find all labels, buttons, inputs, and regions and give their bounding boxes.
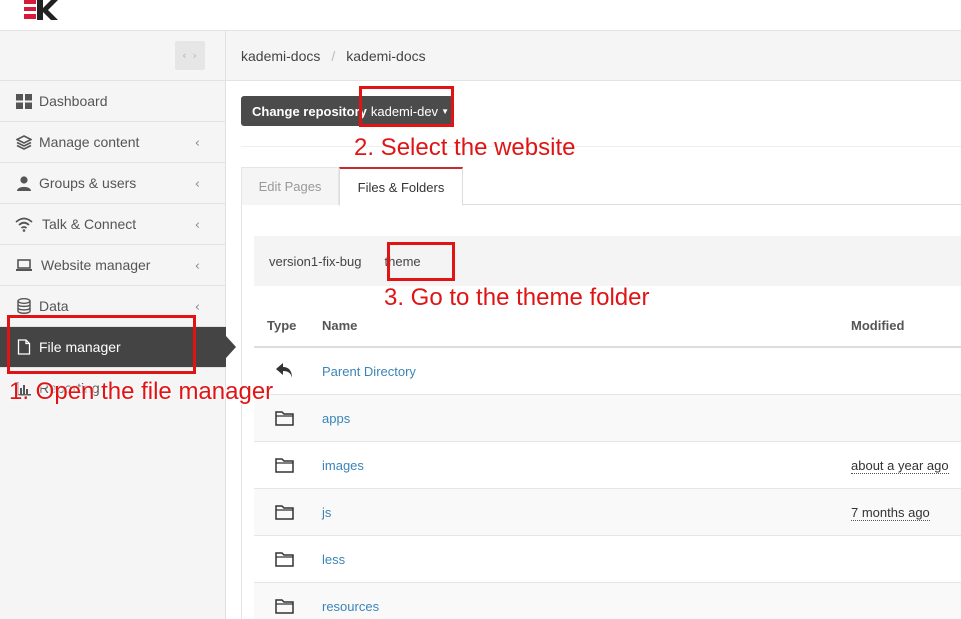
folder-icon	[275, 411, 294, 426]
top-bar	[0, 0, 961, 31]
chevron-left-icon: ‹	[194, 218, 200, 233]
file-name-link[interactable]: resources	[322, 599, 379, 614]
sidebar-collapse-button[interactable]: ‹›	[175, 41, 205, 70]
change-repository-label: Change repository	[252, 103, 367, 119]
file-name-link[interactable]: images	[322, 458, 364, 473]
folder-path-bar: version1-fix-bug theme	[254, 236, 961, 286]
sidebar-item-manage-content[interactable]: Manage content ‹	[0, 121, 226, 162]
back-arrow-icon	[276, 363, 292, 378]
file-name-link[interactable]: less	[322, 552, 345, 567]
file-name-link[interactable]: Parent Directory	[322, 364, 416, 379]
annotation-box-repository	[359, 86, 454, 127]
sidebar-item-label: Dashboard	[39, 93, 108, 109]
table-row[interactable]: less	[254, 536, 961, 583]
folder-icon	[275, 505, 294, 520]
table-row[interactable]: apps	[254, 395, 961, 442]
annotation-step-2: 2. Select the website	[354, 134, 576, 161]
wifi-icon	[15, 216, 33, 232]
sidebar-item-label: Manage content	[39, 134, 140, 150]
modified-time: about a year ago	[851, 458, 949, 474]
tab-edit-pages[interactable]: Edit Pages	[241, 167, 339, 205]
annotation-box-file-manager	[7, 315, 196, 374]
laptop-icon	[15, 257, 33, 273]
chevron-left-icon: ‹	[194, 177, 200, 192]
file-name-link[interactable]: js	[322, 505, 331, 520]
database-icon	[15, 298, 33, 314]
folder-icon	[275, 458, 294, 473]
modified-time: 7 months ago	[851, 505, 930, 521]
annotation-step-3: 3. Go to the theme folder	[384, 284, 650, 311]
sidebar-item-talk-connect[interactable]: Talk & Connect ‹	[0, 203, 226, 244]
sidebar-item-dashboard[interactable]: Dashboard	[0, 80, 226, 121]
breadcrumb-item[interactable]: kademi-docs	[346, 48, 425, 64]
sidebar-item-label: Groups & users	[39, 175, 137, 191]
content-border	[241, 205, 242, 619]
table-row[interactable]: images about a year ago	[254, 442, 961, 489]
annotation-step-1: 1. Open the file manager	[9, 378, 274, 405]
column-header-modified[interactable]: Modified	[851, 318, 904, 333]
chevron-left-icon: ‹	[194, 259, 200, 274]
folder-icon	[275, 599, 294, 614]
divider	[241, 146, 961, 147]
breadcrumb: kademi-docs / kademi-docs	[226, 31, 961, 81]
table-row[interactable]: resources	[254, 583, 961, 619]
sidebar-item-website-manager[interactable]: Website manager ‹	[0, 244, 226, 285]
breadcrumb-item[interactable]: kademi-docs	[241, 48, 320, 64]
table-row[interactable]: Parent Directory	[254, 348, 961, 395]
sidebar-item-label: Data	[39, 298, 69, 314]
user-icon	[15, 175, 33, 191]
folder-icon	[275, 552, 294, 567]
layers-icon	[15, 134, 33, 150]
dashboard-icon	[15, 93, 33, 109]
sidebar-item-groups-users[interactable]: Groups & users ‹	[0, 162, 226, 203]
file-name-link[interactable]: apps	[322, 411, 350, 426]
table-row[interactable]: js 7 months ago	[254, 489, 961, 536]
chevron-left-icon: ‹	[194, 300, 200, 315]
column-header-type[interactable]: Type	[267, 318, 296, 333]
tab-bar: Edit Pages Files & Folders	[241, 167, 961, 206]
kademi-logo[interactable]	[24, 0, 58, 20]
annotation-box-theme	[387, 242, 455, 281]
sidebar-item-label: Talk & Connect	[42, 216, 137, 232]
breadcrumb-separator: /	[331, 47, 336, 64]
chevron-left-icon: ‹	[194, 136, 200, 151]
sidebar-item-label: Website manager	[41, 257, 151, 273]
path-segment[interactable]: version1-fix-bug	[269, 254, 362, 269]
column-header-name[interactable]: Name	[322, 318, 357, 333]
tab-files-folders[interactable]: Files & Folders	[339, 167, 463, 206]
